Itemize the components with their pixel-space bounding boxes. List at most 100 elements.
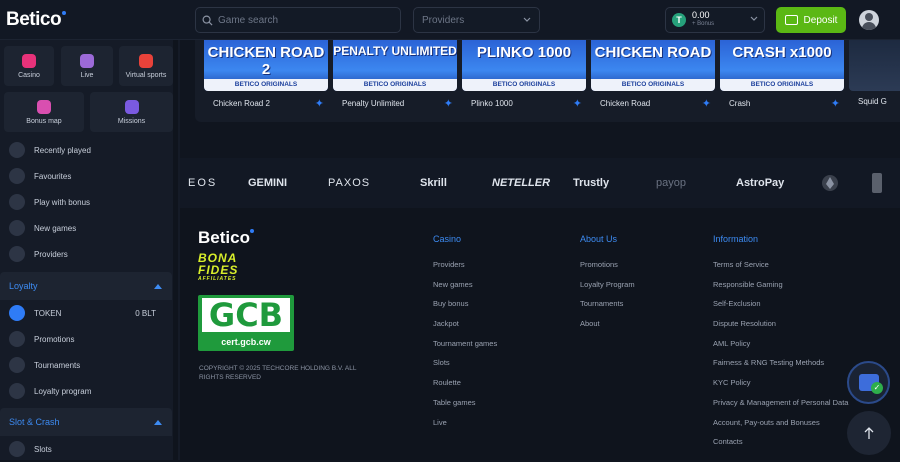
footer-link[interactable]: Live (433, 418, 497, 438)
footer-link[interactable]: Responsible Gaming (713, 280, 848, 300)
sidebar-item-label: Play with bonus (34, 197, 91, 207)
footer-link[interactable]: Slots (433, 358, 497, 378)
sidebar-item-label: Promotions (34, 334, 75, 344)
deposit-button[interactable]: Deposit (776, 7, 846, 33)
footer-link[interactable]: Tournaments (580, 299, 635, 319)
footer-link[interactable]: Terms of Service (713, 260, 848, 280)
sidebar-item-tournaments[interactable]: Tournaments (0, 352, 172, 378)
footer-column-title: About Us (580, 234, 618, 244)
sidebar-item-label: Favourites (34, 171, 72, 181)
footer-link[interactable]: New games (433, 280, 497, 300)
payment-logo: PAXOS (328, 177, 371, 189)
footer-link[interactable]: AML Policy (713, 339, 848, 359)
loyalty-section: Loyalty TOKEN 0 BLT Promotions Tournament… (0, 272, 172, 404)
game-name: Chicken Road (600, 99, 651, 108)
tile-missions[interactable]: Missions (90, 92, 173, 132)
game-card[interactable]: CHICKEN ROAD 2 BETICO ORIGINALS Chicken R… (204, 40, 328, 110)
chevron-up-icon (154, 419, 162, 425)
balance-selector[interactable]: T 0.00 + Bonus (665, 7, 765, 33)
game-card[interactable]: PENALTY UNLIMITED BETICO ORIGINALS Penalt… (333, 40, 457, 110)
wallet-icon (784, 15, 798, 25)
device-icon (872, 173, 882, 193)
missions-icon (124, 100, 139, 114)
tile-bonus-map[interactable]: Bonus map (4, 92, 84, 132)
tile-virtual-sports[interactable]: Virtual sports (119, 46, 173, 86)
sidebar-item-label: Providers (34, 249, 68, 259)
footer-link[interactable]: Contacts (713, 437, 848, 457)
gcb-license-badge[interactable]: GCB cert.gcb.cw (198, 295, 294, 351)
arrow-up-icon (864, 427, 874, 439)
footer-link[interactable]: Self-Exclusion (713, 299, 848, 319)
sidebar-item-token[interactable]: TOKEN 0 BLT (0, 300, 172, 326)
game-card[interactable]: CRASH x1000 BETICO ORIGINALS Crash ✦ (720, 40, 844, 110)
game-thumbnail[interactable]: GA (849, 40, 900, 91)
star-icon: ✦ (830, 98, 840, 110)
bonus-widget-button[interactable]: ✓ (847, 361, 890, 404)
tile-label: Missions (117, 118, 146, 125)
tile-label: Casino (18, 72, 40, 79)
game-thumbnail[interactable]: CHICKEN ROAD 2 BETICO ORIGINALS (204, 40, 328, 91)
sidebar-item-label: Recently played (34, 145, 91, 155)
sidebar-item-favourites[interactable]: Favourites (0, 163, 172, 189)
trophy-icon (9, 357, 25, 373)
footer-link[interactable]: Promotions (580, 260, 635, 280)
game-search[interactable] (195, 7, 401, 33)
sidebar-item-promotions[interactable]: Promotions (0, 326, 172, 352)
game-thumbnail[interactable]: PLINKO 1000 BETICO ORIGINALS (462, 40, 586, 91)
footer-link[interactable]: KYC Policy (713, 378, 848, 398)
sidebar-item-providers[interactable]: Providers (0, 241, 172, 267)
gift-icon (9, 194, 25, 210)
footer-link[interactable]: Dispute Resolution (713, 319, 848, 339)
sidebar-item-new-games[interactable]: New games (0, 215, 172, 241)
tile-casino[interactable]: Casino (4, 46, 54, 86)
sidebar-item-loyalty-program[interactable]: Loyalty program (0, 378, 172, 404)
sidebar-item-play-with-bonus[interactable]: Play with bonus (0, 189, 172, 215)
originals-badge: BETICO ORIGINALS (720, 79, 844, 91)
footer-link[interactable]: Roulette (433, 378, 497, 398)
search-input[interactable] (218, 14, 388, 26)
game-thumbnail[interactable]: CHICKEN ROAD BETICO ORIGINALS (591, 40, 715, 91)
slot-crash-header[interactable]: Slot & Crash (0, 408, 172, 436)
payment-logo: Trustly (573, 177, 610, 189)
token-icon (9, 305, 25, 321)
game-thumbnail[interactable]: CRASH x1000 BETICO ORIGINALS (720, 40, 844, 91)
game-name: Crash (729, 99, 751, 108)
game-thumb-title: PENALTY UNLIMITED (333, 44, 457, 58)
games-carousel: CHICKEN ROAD 2 BETICO ORIGINALS Chicken R… (195, 40, 900, 122)
game-card[interactable]: PLINKO 1000 BETICO ORIGINALS Plinko 1000 ✦ (462, 40, 586, 110)
sidebar-item-slots[interactable]: Slots (0, 436, 172, 462)
footer-link[interactable]: Providers (433, 260, 497, 280)
scroll-to-top-button[interactable] (847, 411, 891, 455)
footer-link[interactable]: Account, Pay-outs and Bonuses (713, 418, 848, 438)
sidebar-item-label: Tournaments (34, 360, 81, 370)
site-logo[interactable]: Betico (6, 9, 67, 31)
slots-icon (9, 441, 25, 457)
game-thumbnail[interactable]: PENALTY UNLIMITED BETICO ORIGINALS (333, 40, 457, 91)
originals-badge: BETICO ORIGINALS (333, 79, 457, 91)
loyalty-header[interactable]: Loyalty (0, 272, 172, 300)
footer-link[interactable]: Jackpot (433, 319, 497, 339)
footer-link[interactable]: Fairness & RNG Testing Methods (713, 358, 848, 378)
payment-logo: GEMINI (248, 177, 288, 189)
footer-link[interactable]: About (580, 319, 635, 339)
footer-link[interactable]: Loyalty Program (580, 280, 635, 300)
game-name: Squid G (858, 97, 887, 106)
footer-column-about: About Us Promotions Loyalty Program Tour… (580, 234, 635, 339)
new-icon (9, 220, 25, 236)
game-card[interactable]: GA Squid G (849, 40, 900, 106)
tile-live[interactable]: Live (61, 46, 113, 86)
star-icon: ✦ (701, 98, 711, 110)
footer-logo[interactable]: Betico (198, 228, 254, 248)
sidebar-item-recently-played[interactable]: Recently played (0, 137, 172, 163)
sidebar-scrollbar[interactable] (173, 40, 178, 460)
game-name: Chicken Road 2 (213, 99, 270, 108)
avatar[interactable] (859, 10, 879, 30)
providers-dropdown[interactable]: Providers (413, 7, 540, 33)
loyalty-icon (9, 383, 25, 399)
bonus-map-icon (37, 100, 51, 114)
footer-link[interactable]: Buy bonus (433, 299, 497, 319)
footer-link[interactable]: Table games (433, 398, 497, 418)
footer-link[interactable]: Tournament games (433, 339, 497, 359)
footer-link[interactable]: Privacy & Management of Personal Data (713, 398, 848, 418)
game-card[interactable]: CHICKEN ROAD BETICO ORIGINALS Chicken Roa… (591, 40, 715, 110)
